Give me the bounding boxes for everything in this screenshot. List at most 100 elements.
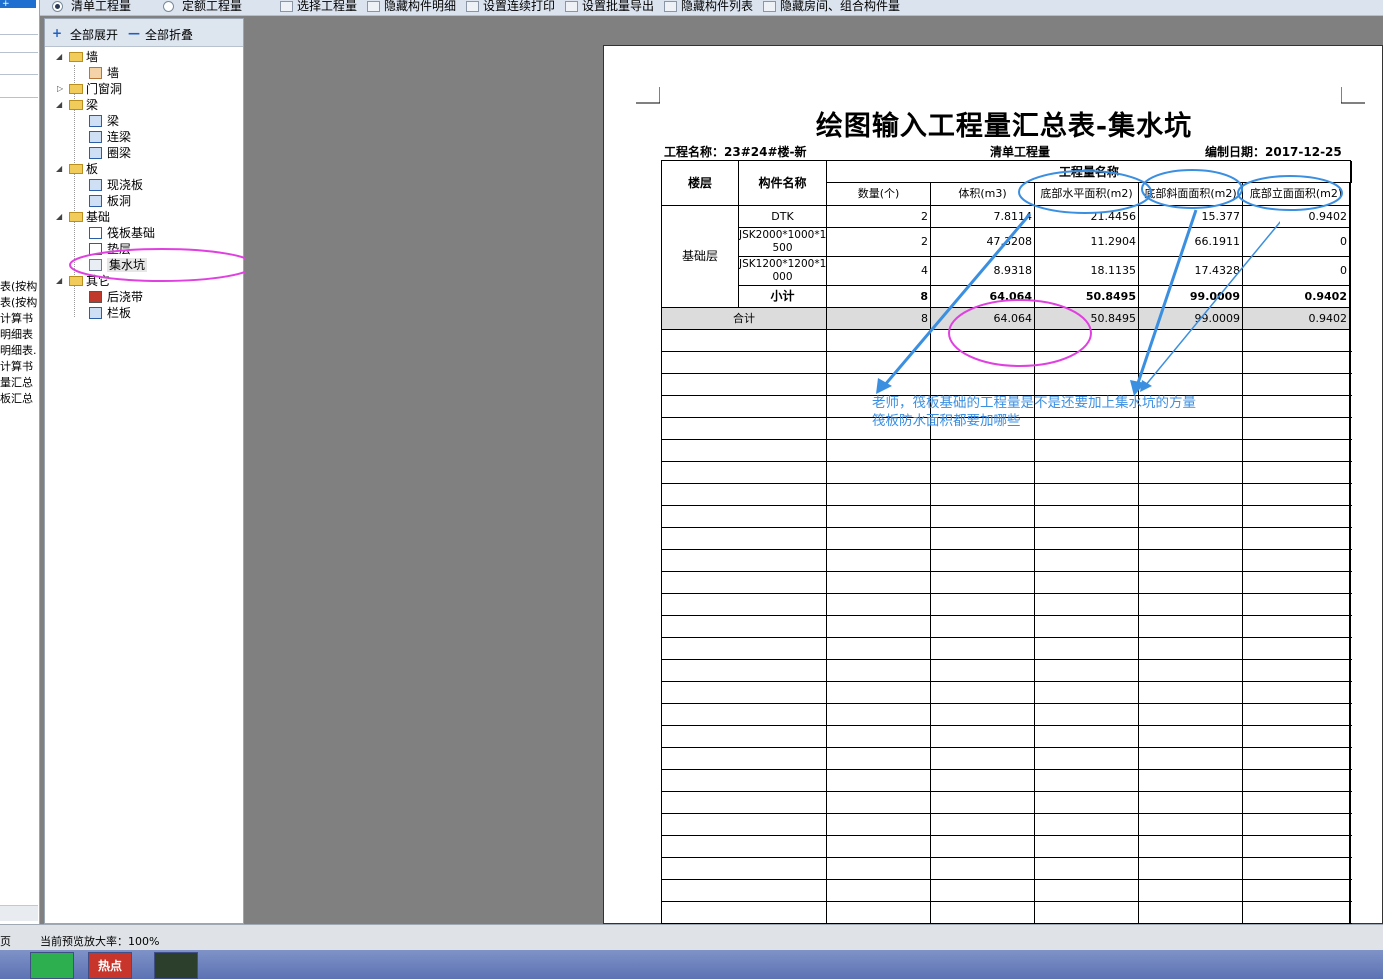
folder-icon — [69, 212, 83, 222]
tree-node-bandong[interactable]: 板洞 — [89, 193, 131, 209]
horizontal-scrollbar[interactable] — [0, 905, 38, 921]
header-volume: 体积(m3) — [931, 183, 1035, 206]
report-item[interactable]: 明细表 — [0, 327, 38, 342]
folder-icon — [69, 52, 83, 62]
folder-icon — [69, 84, 83, 94]
tree-node-label: 栏板 — [107, 306, 132, 320]
table-cell: 2 — [827, 228, 931, 257]
name-line: JSK2000*1000*1 — [739, 229, 827, 241]
tree-node-xianjiao[interactable]: 现浇板 — [89, 177, 143, 193]
report-item[interactable]: 计算书 — [0, 311, 38, 326]
expand-all-button[interactable]: 全部展开 — [70, 26, 118, 43]
report-item[interactable]: 量汇总 — [0, 375, 38, 390]
table-cell: 99.0009 — [1139, 308, 1243, 330]
corner-mark — [636, 87, 660, 104]
report-item[interactable]: 表(按构 — [0, 295, 38, 310]
hide-list-button[interactable]: 隐藏构件列表 — [681, 0, 753, 15]
table-cell: 8 — [827, 308, 931, 330]
green-app-icon[interactable] — [30, 952, 74, 979]
corner-mark — [1341, 87, 1365, 104]
expand-button[interactable]: + — [0, 0, 36, 9]
header-count: 数量(个) — [827, 183, 931, 206]
collapse-arrow-icon[interactable]: ◢ — [56, 209, 64, 225]
collapse-all-button[interactable]: 全部折叠 — [145, 26, 193, 43]
eye-app-icon[interactable] — [154, 952, 198, 979]
header-name: 构件名称 — [739, 161, 827, 206]
header-floor: 楼层 — [662, 161, 739, 206]
divider — [0, 34, 38, 35]
report-item[interactable]: 表(按构 — [0, 279, 38, 294]
batch-export-button[interactable]: 设置批量导出 — [582, 0, 654, 15]
tree-node-foundation[interactable]: 基础 — [69, 209, 110, 225]
report-item[interactable]: 板汇总 — [0, 391, 38, 406]
expand-arrow-icon[interactable]: ▷ — [57, 81, 65, 97]
folder-icon — [69, 100, 83, 110]
tree-node-label: 梁 — [107, 114, 120, 128]
tree-node-label: 门窗洞 — [86, 82, 123, 96]
cont-print-button[interactable]: 设置连续打印 — [483, 0, 555, 15]
radio-dinge[interactable] — [163, 1, 174, 12]
annotation-line: 筏板防水面积都要加哪些 — [872, 413, 1021, 429]
tree-node-label: 筏板基础 — [107, 226, 156, 240]
divider — [0, 74, 38, 75]
tree-node-wall-child[interactable]: 墙 — [89, 65, 119, 81]
subtotal-label: 小计 — [739, 286, 827, 308]
table-cell: 4 — [827, 257, 931, 286]
qingdan-label[interactable]: 清单工程量 — [71, 0, 131, 15]
parapet-icon — [89, 307, 102, 319]
collapse-arrow-icon[interactable]: ◢ — [56, 49, 64, 65]
report-item[interactable]: 明细表. — [0, 343, 38, 358]
table-cell: 0.9402 — [1243, 308, 1350, 330]
tree-node-other[interactable]: 其它 — [69, 273, 110, 289]
tree-node-slab[interactable]: 板 — [69, 161, 98, 177]
radio-qingdan[interactable] — [52, 1, 63, 12]
tree-node-label: 基础 — [86, 210, 111, 224]
batch-export-icon — [565, 1, 578, 12]
name-line: 000 — [772, 271, 793, 283]
tree-node-beam[interactable]: 梁 — [69, 97, 98, 113]
table-cell: 64.064 — [931, 308, 1035, 330]
post-cast-strip-icon — [89, 291, 102, 303]
tree-node-label: 集水坑 — [107, 258, 148, 272]
tree-node-jishuikeng[interactable]: 集水坑 — [89, 257, 148, 273]
table-cell: 17.4328 — [1139, 257, 1243, 286]
name-line: JSK1200*1200*1 — [739, 258, 827, 270]
select-qty-button[interactable]: 选择工程量 — [297, 0, 357, 15]
tree-node-beam-child[interactable]: 梁 — [89, 113, 119, 129]
tree-node-wall[interactable]: 墙 — [69, 49, 98, 65]
hide-room-button[interactable]: 隐藏房间、组合构件量 — [780, 0, 900, 15]
cushion-icon — [89, 243, 102, 255]
tree-node-houjiaodai[interactable]: 后浇带 — [89, 289, 143, 305]
tree-node-lianliang[interactable]: 连梁 — [89, 129, 131, 145]
hot-app-button[interactable]: 热点 — [88, 952, 132, 979]
report-page: 绘图输入工程量汇总表-集水坑 工程名称：23#24#楼-新 清单工程量 编制日期… — [603, 45, 1383, 930]
status-bar: 页 当前预览放大率：100% — [0, 924, 1383, 950]
hide-detail-button[interactable]: 隐藏构件明细 — [384, 0, 456, 15]
table-cell: 99.0009 — [1139, 286, 1243, 308]
table-cell: 64.064 — [931, 286, 1035, 308]
table-cell: 0.9402 — [1243, 206, 1350, 228]
tree-node-quanliang[interactable]: 圈梁 — [89, 145, 131, 161]
collapse-arrow-icon[interactable]: ◢ — [56, 161, 64, 177]
annotation-line: 老师，筏板基础的工程量是不是还要加上集水坑的方量 — [872, 395, 1196, 411]
divider — [0, 97, 38, 98]
tree-node-door[interactable]: 门窗洞 — [69, 81, 122, 97]
tree-node-fabanjichu[interactable]: 筏板基础 — [89, 225, 155, 241]
table-cell: 66.1911 — [1139, 228, 1243, 257]
hide-room-icon — [763, 1, 776, 12]
sump-pit-icon — [89, 259, 102, 271]
summary-table: 楼层 构件名称 工程量名称 数量(个) 体积(m3) 底部水平面积(m2) 底部… — [661, 160, 1352, 930]
tree-node-label: 圈梁 — [107, 146, 132, 160]
collapse-arrow-icon[interactable]: ◢ — [56, 273, 64, 289]
report-item[interactable]: 计算书 — [0, 359, 38, 374]
tree-node-lanban[interactable]: 栏板 — [89, 305, 131, 321]
tree-node-label: 其它 — [86, 274, 111, 288]
report-date: 编制日期：2017-12-25 — [1205, 145, 1342, 159]
cont-print-icon — [466, 1, 479, 12]
qty-type: 清单工程量 — [990, 145, 1051, 159]
hide-detail-icon — [367, 1, 380, 12]
page-label: 页 — [0, 935, 11, 948]
tree-node-dianceng[interactable]: 垫层 — [89, 241, 131, 257]
collapse-arrow-icon[interactable]: ◢ — [56, 97, 64, 113]
dinge-label[interactable]: 定额工程量 — [182, 0, 242, 15]
